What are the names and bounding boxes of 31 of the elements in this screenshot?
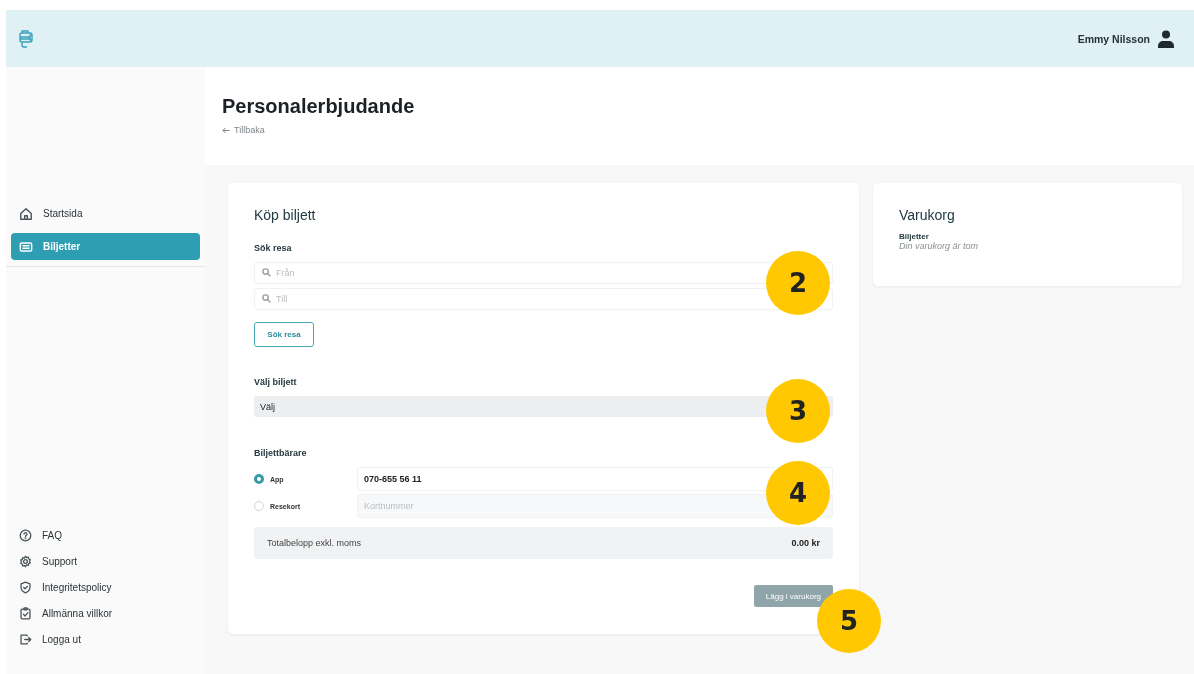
card-title: Köp biljett [254, 207, 317, 223]
sidebar-item[interactable]: Startsida [11, 200, 200, 227]
back-link[interactable]: Tillbaka [234, 125, 265, 135]
clipboard-icon[interactable] [19, 607, 32, 620]
sidebar-link[interactable]: Integritetspolicy [42, 582, 112, 593]
logout-icon[interactable] [19, 633, 32, 646]
total-amount: 0.00 kr [791, 538, 820, 548]
cart-section-label: Biljetter [899, 232, 929, 241]
user-name[interactable]: Emmy Nilsson [1077, 32, 1150, 45]
search-icon [262, 294, 271, 303]
help-icon[interactable] [19, 529, 32, 542]
ticket-icon [19, 240, 33, 253]
field-label: Biljettbärare [254, 448, 307, 458]
empty-cart-text: Din varukorg är tom [899, 241, 979, 251]
cart-title: Varukorg [899, 207, 956, 223]
sidebar-link[interactable]: FAQ [42, 530, 62, 541]
user-icon[interactable] [1158, 29, 1174, 48]
search-icon [262, 268, 271, 277]
home-icon [19, 206, 33, 221]
search-button[interactable]: Sök resa [254, 322, 314, 347]
field-label: Välj biljett [254, 377, 297, 387]
field-label: Sök resa [254, 243, 292, 253]
settings-icon[interactable] [19, 555, 32, 568]
shield-icon[interactable] [19, 581, 32, 594]
sidebar-link[interactable]: Allmänna villkor [42, 608, 113, 619]
total-label: Totalbelopp exkl. moms [267, 538, 362, 548]
page-title: Personalerbjudande [222, 94, 416, 118]
sidebar-link[interactable]: Logga ut [42, 634, 81, 645]
radio-button[interactable] [254, 474, 264, 484]
sidebar-link[interactable]: Support [42, 556, 78, 567]
back-arrow-icon[interactable] [222, 126, 230, 134]
